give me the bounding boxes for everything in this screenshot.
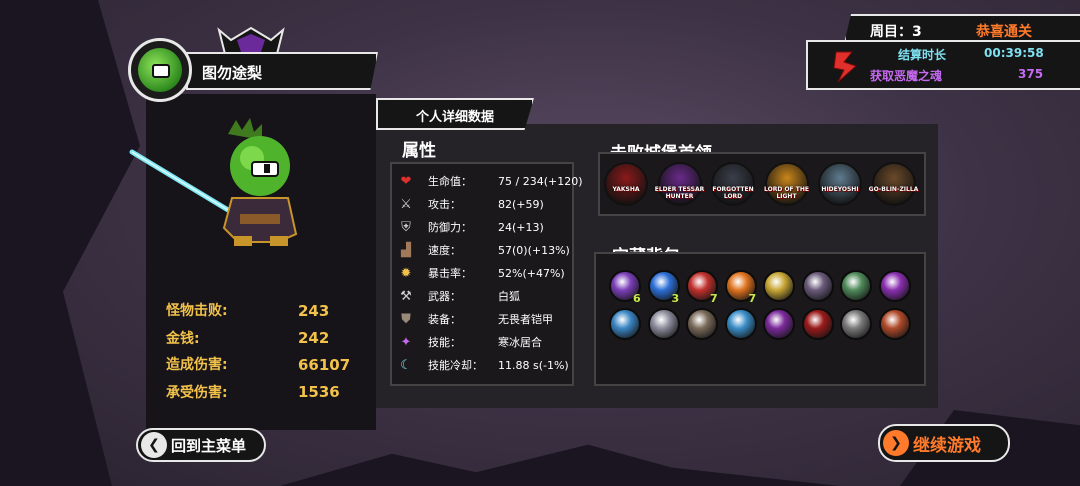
attribute-label: 技能： — [428, 336, 461, 349]
treasure-box — [594, 252, 926, 386]
detail-tab-label: 个人详细数据 — [415, 110, 494, 125]
stat-value-damage-taken: 1536 — [298, 383, 340, 401]
armor-icon: ⛊ — [401, 311, 411, 327]
stat-label-gold: 金钱: — [166, 331, 200, 347]
treasure-count: 7 — [748, 292, 757, 305]
background-shard — [0, 0, 140, 486]
character-sprite — [129, 118, 298, 246]
round-label: 周目：3 — [870, 24, 922, 40]
attribute-value: 寒冰居合 — [498, 336, 542, 349]
cleared-label: 恭喜通关 — [976, 24, 1032, 40]
background-shard — [280, 444, 840, 486]
attribute-value: 75 / 234(+120) — [498, 174, 583, 188]
attribute-row: ⚔ 攻击： 82(+59) — [396, 193, 544, 215]
stat-label-kills: 怪物击败: — [166, 303, 228, 319]
attribute-row: ⛨ 防御力： 24(+13) — [396, 216, 544, 238]
beast-helm-icon[interactable] — [686, 308, 718, 340]
attribute-value: 无畏者铠甲 — [498, 313, 553, 326]
boot-icon: ▟ — [401, 242, 411, 258]
time-label: 结算时长 — [898, 48, 947, 62]
violet-claw-icon[interactable] — [878, 270, 911, 302]
skill-icon: ✦ — [400, 334, 412, 350]
weapon-icon: ⚒ — [400, 288, 412, 304]
boss-portrait[interactable] — [871, 162, 916, 206]
stone-skull-icon[interactable] — [840, 308, 872, 340]
burst-icon: ✹ — [400, 265, 412, 281]
continue-button[interactable]: ❯ 继续游戏 — [878, 424, 1010, 462]
attribute-value: 11.88 s(-1%) — [498, 358, 569, 372]
cooldown-icon: ☾ — [400, 357, 412, 373]
green-skull-icon[interactable] — [840, 270, 872, 302]
gold-emblem-icon[interactable] — [763, 270, 795, 302]
attribute-label: 装备： — [428, 313, 461, 326]
silver-dragon-icon[interactable] — [647, 308, 680, 340]
treasure-count: 3 — [671, 292, 680, 305]
attribute-label: 暴击率： — [428, 267, 472, 280]
stat-value-kills: 243 — [298, 302, 330, 320]
cyan-fang-icon[interactable] — [724, 308, 757, 340]
continue-label: 继续游戏 — [913, 435, 981, 456]
stat-label-damage-taken: 承受伤害: — [166, 385, 228, 401]
treasure-count: 7 — [710, 292, 718, 305]
red-feather-icon[interactable] — [801, 308, 834, 340]
stat-value-gold: 242 — [298, 329, 330, 347]
crown-ornament-icon — [217, 26, 285, 54]
boss-portrait[interactable] — [604, 162, 648, 206]
boss-name: GO-BLIN-ZILLA — [868, 186, 919, 193]
dark-horn-icon[interactable] — [801, 270, 834, 302]
attribute-label: 防御力： — [428, 221, 472, 234]
treasure-count: 6 — [633, 292, 641, 305]
character-name: 图勿途梨 — [202, 64, 263, 82]
attribute-value: 52%(+47%) — [498, 266, 565, 280]
boss-name: FORGOTTEN LORD — [712, 186, 754, 200]
boss-name: LORD OF THE LIGHT — [764, 186, 809, 200]
attribute-value: 白狐 — [498, 290, 520, 303]
demon-soul-icon — [833, 51, 857, 83]
main-menu-button[interactable]: ❮ 回到主菜单 — [136, 428, 266, 462]
attribute-row: ✦ 技能： 寒冰居合 — [396, 331, 542, 353]
ice-shard-icon[interactable] — [609, 308, 641, 340]
boss-name: ELDER TESSAR HUNTER — [654, 186, 705, 200]
character-avatar — [128, 38, 192, 102]
attribute-label: 武器： — [428, 290, 461, 303]
character-name-plate: 图勿途梨 — [186, 52, 378, 90]
boss-name: HIDEYOSHI — [821, 186, 859, 193]
attribute-label: 生命值： — [428, 175, 472, 188]
heart-icon: ❤ — [400, 173, 412, 189]
main-menu-label: 回到主菜单 — [171, 436, 247, 455]
attribute-row: ⚒ 武器： 白狐 — [396, 285, 520, 307]
attribute-label: 速度： — [428, 244, 461, 257]
purple-bat-icon[interactable] — [763, 308, 795, 340]
attribute-value: 24(+13) — [498, 220, 544, 234]
back-arrow-icon: ❮ — [141, 432, 167, 458]
detail-tab: 个人详细数据 — [376, 98, 534, 130]
attribute-row: ⛊ 装备： 无畏者铠甲 — [396, 308, 553, 330]
forward-arrow-icon: ❯ — [883, 430, 909, 456]
stat-label-damage-dealt: 造成伤害: — [166, 357, 228, 373]
sword-icon: ⚔ — [400, 196, 412, 212]
boss-name: YAKSHA — [612, 186, 640, 193]
stat-value-damage-dealt: 66107 — [298, 356, 351, 374]
green-slime-avatar-icon — [138, 48, 182, 92]
attribute-row: ✹ 暴击率： 52%(+47%) — [396, 262, 565, 284]
attributes-title: 属性 — [402, 141, 436, 161]
attribute-row: ❤ 生命值： 75 / 234(+120) — [396, 170, 583, 192]
souls-value: 375 — [1018, 67, 1044, 81]
attribute-row: ☾ 技能冷却： 11.88 s(-1%) — [396, 354, 569, 376]
attribute-row: ▟ 速度： 57(0)(+13%) — [396, 239, 570, 261]
monster-face-icon[interactable] — [878, 308, 911, 340]
attribute-label: 攻击： — [428, 198, 461, 211]
souls-label: 获取恶魔之魂 — [870, 69, 943, 83]
time-value: 00:39:58 — [984, 46, 1044, 60]
boss-portrait[interactable] — [818, 162, 862, 206]
attribute-label: 技能冷却： — [428, 359, 483, 372]
attribute-value: 82(+59) — [498, 197, 544, 211]
shield-icon: ⛨ — [401, 219, 411, 235]
attribute-value: 57(0)(+13%) — [498, 243, 570, 257]
